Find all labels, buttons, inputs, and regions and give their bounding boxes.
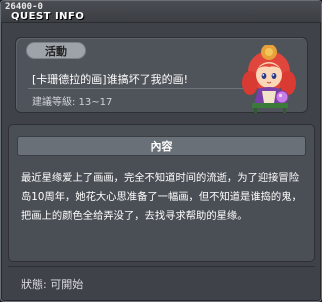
npc-character-icon — [242, 45, 296, 113]
quest-title: [卡珊德拉的画]谁搞坏了我的画! — [32, 73, 188, 86]
quest-status: 狀態: 可開始 — [21, 278, 84, 291]
content-header: 內容 — [17, 136, 306, 156]
divider — [8, 266, 315, 267]
content-panel: 內容 最近星缘爱上了画画，完全不知道时间的流逝，为了迎接冒险岛10周年，她花大心… — [8, 124, 315, 262]
quest-description: 最近星缘爱上了画画，完全不知道时间的流逝，为了迎接冒险岛10周年，她花大心思准备… — [21, 172, 302, 222]
level-requirement: 建議等級: 13~17 — [32, 97, 113, 108]
quest-info-window: 26400-0 QUEST INFO 活動 [卡珊德拉的画]谁搞坏了我的画! 建… — [0, 0, 322, 302]
category-badge: 活動 — [26, 42, 86, 59]
window-header[interactable]: 26400-0 QUEST INFO — [1, 1, 321, 23]
divider — [28, 88, 246, 89]
window-title: QUEST INFO — [11, 11, 85, 22]
